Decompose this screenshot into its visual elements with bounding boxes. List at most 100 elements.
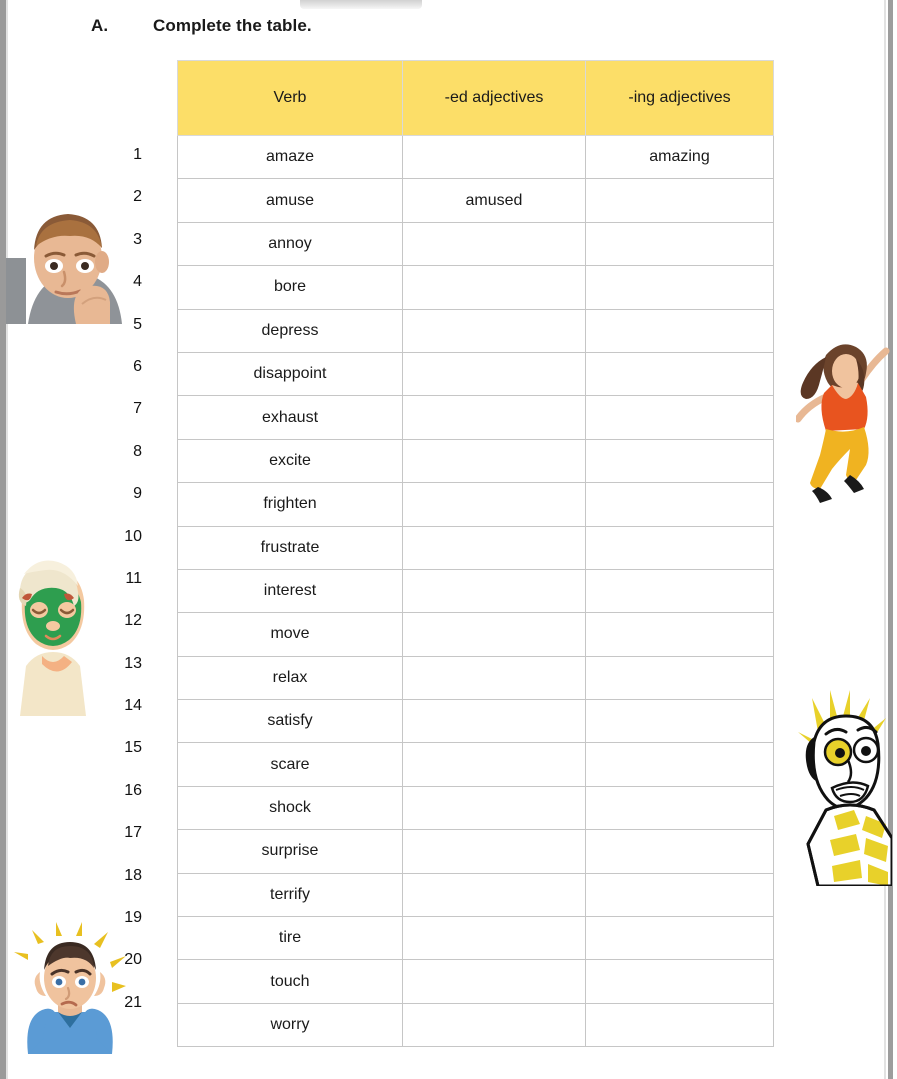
cell-ed-adjective[interactable]: [402, 829, 586, 874]
table-row: frighten: [177, 482, 774, 527]
cell-ed-adjective[interactable]: [402, 959, 586, 1004]
page-right-border: [888, 0, 893, 1079]
cell-ed-adjective[interactable]: [402, 134, 586, 180]
cell-verb[interactable]: amaze: [177, 134, 403, 180]
row-number: 16: [124, 781, 142, 799]
cell-ed-adjective[interactable]: [402, 1002, 586, 1048]
cell-verb[interactable]: tire: [177, 916, 403, 961]
cell-verb[interactable]: touch: [177, 959, 403, 1004]
cell-ed-adjective[interactable]: [402, 655, 586, 701]
row-number: 12: [124, 612, 142, 630]
cell-verb[interactable]: terrify: [177, 872, 403, 918]
cell-verb[interactable]: interest: [177, 568, 403, 614]
cell-ing-adjective[interactable]: [585, 308, 774, 353]
bored-man-illustration: [6, 196, 122, 324]
table-row: interest: [177, 568, 774, 614]
page-right-inner-border: [884, 0, 886, 1079]
row-number: 9: [133, 485, 142, 503]
cell-ed-adjective[interactable]: [402, 438, 586, 484]
table-header-row: Verb -ed adjectives -ing adjectives: [177, 60, 774, 136]
row-number: 7: [133, 400, 142, 418]
cell-verb[interactable]: exhaust: [177, 395, 403, 440]
table-row: annoy: [177, 221, 774, 267]
cell-verb[interactable]: relax: [177, 655, 403, 701]
table-row: bore: [177, 265, 774, 310]
cell-ing-adjective[interactable]: [585, 655, 774, 701]
cell-ed-adjective[interactable]: [402, 525, 586, 570]
cell-ed-adjective[interactable]: [402, 699, 586, 744]
cell-ing-adjective[interactable]: [585, 395, 774, 440]
cell-ed-adjective[interactable]: [402, 568, 586, 614]
cell-ing-adjective[interactable]: [585, 568, 774, 614]
cell-verb[interactable]: shock: [177, 785, 403, 831]
table-row: surprise: [177, 829, 774, 874]
cell-ing-adjective[interactable]: [585, 482, 774, 527]
cell-ed-adjective[interactable]: [402, 221, 586, 267]
cell-ing-adjective[interactable]: amazing: [585, 134, 774, 180]
cell-verb[interactable]: disappoint: [177, 351, 403, 397]
cell-verb[interactable]: worry: [177, 1002, 403, 1048]
cell-ing-adjective[interactable]: [585, 1002, 774, 1048]
table-row: amuse amused: [177, 178, 774, 223]
table-row: disappoint: [177, 351, 774, 397]
cell-ed-adjective[interactable]: [402, 308, 586, 353]
excited-woman-illustration: [796, 337, 892, 505]
cell-ing-adjective[interactable]: [585, 351, 774, 397]
cell-ing-adjective[interactable]: [585, 916, 774, 961]
cell-ing-adjective[interactable]: [585, 785, 774, 831]
table-row: touch: [177, 959, 774, 1004]
cell-verb[interactable]: bore: [177, 265, 403, 310]
cell-ed-adjective[interactable]: [402, 482, 586, 527]
cell-ing-adjective[interactable]: [585, 221, 774, 267]
cell-verb[interactable]: depress: [177, 308, 403, 353]
cell-ing-adjective[interactable]: [585, 872, 774, 918]
cell-verb[interactable]: scare: [177, 742, 403, 787]
cell-ed-adjective[interactable]: [402, 872, 586, 918]
cell-ed-adjective[interactable]: [402, 916, 586, 961]
top-crop-artifact: [300, 0, 422, 9]
cell-ed-adjective[interactable]: [402, 265, 586, 310]
row-number: 8: [133, 442, 142, 460]
cell-ing-adjective[interactable]: [585, 438, 774, 484]
relaxed-woman-illustration: [12, 558, 94, 716]
cell-ed-adjective[interactable]: [402, 351, 586, 397]
page-left-inner-border: [6, 0, 8, 1079]
cell-verb[interactable]: satisfy: [177, 699, 403, 744]
cell-ing-adjective[interactable]: [585, 829, 774, 874]
cell-verb[interactable]: frighten: [177, 482, 403, 527]
section-heading: A. Complete the table.: [91, 16, 312, 36]
section-letter: A.: [91, 16, 109, 35]
cell-verb[interactable]: annoy: [177, 221, 403, 267]
cell-ed-adjective[interactable]: [402, 612, 586, 657]
cell-ing-adjective[interactable]: [585, 699, 774, 744]
cell-ing-adjective[interactable]: [585, 178, 774, 223]
cell-ing-adjective[interactable]: [585, 742, 774, 787]
row-number: 17: [124, 824, 142, 842]
cell-verb[interactable]: frustrate: [177, 525, 403, 570]
cell-verb[interactable]: excite: [177, 438, 403, 484]
cell-ed-adjective[interactable]: [402, 742, 586, 787]
row-number: 1: [133, 146, 142, 163]
table-row: excite: [177, 438, 774, 484]
column-header-verb: Verb: [177, 60, 403, 136]
row-number: 13: [124, 654, 142, 672]
cell-ing-adjective[interactable]: [585, 265, 774, 310]
row-number: 11: [125, 569, 142, 587]
cell-ed-adjective[interactable]: amused: [402, 178, 586, 223]
cell-ing-adjective[interactable]: [585, 959, 774, 1004]
cell-ed-adjective[interactable]: [402, 785, 586, 831]
cell-ed-adjective[interactable]: [402, 395, 586, 440]
cell-ing-adjective[interactable]: [585, 525, 774, 570]
table-row: terrify: [177, 872, 774, 918]
cell-verb[interactable]: move: [177, 612, 403, 657]
table-row: exhaust: [177, 395, 774, 440]
cell-verb[interactable]: amuse: [177, 178, 403, 223]
table-row: tire: [177, 916, 774, 961]
section-instruction: Complete the table.: [153, 16, 312, 35]
worried-man-illustration: [14, 922, 126, 1054]
row-number: 10: [124, 527, 142, 545]
cell-ing-adjective[interactable]: [585, 612, 774, 657]
table-row: satisfy: [177, 699, 774, 744]
table-row: amaze amazing: [177, 134, 774, 180]
cell-verb[interactable]: surprise: [177, 829, 403, 874]
